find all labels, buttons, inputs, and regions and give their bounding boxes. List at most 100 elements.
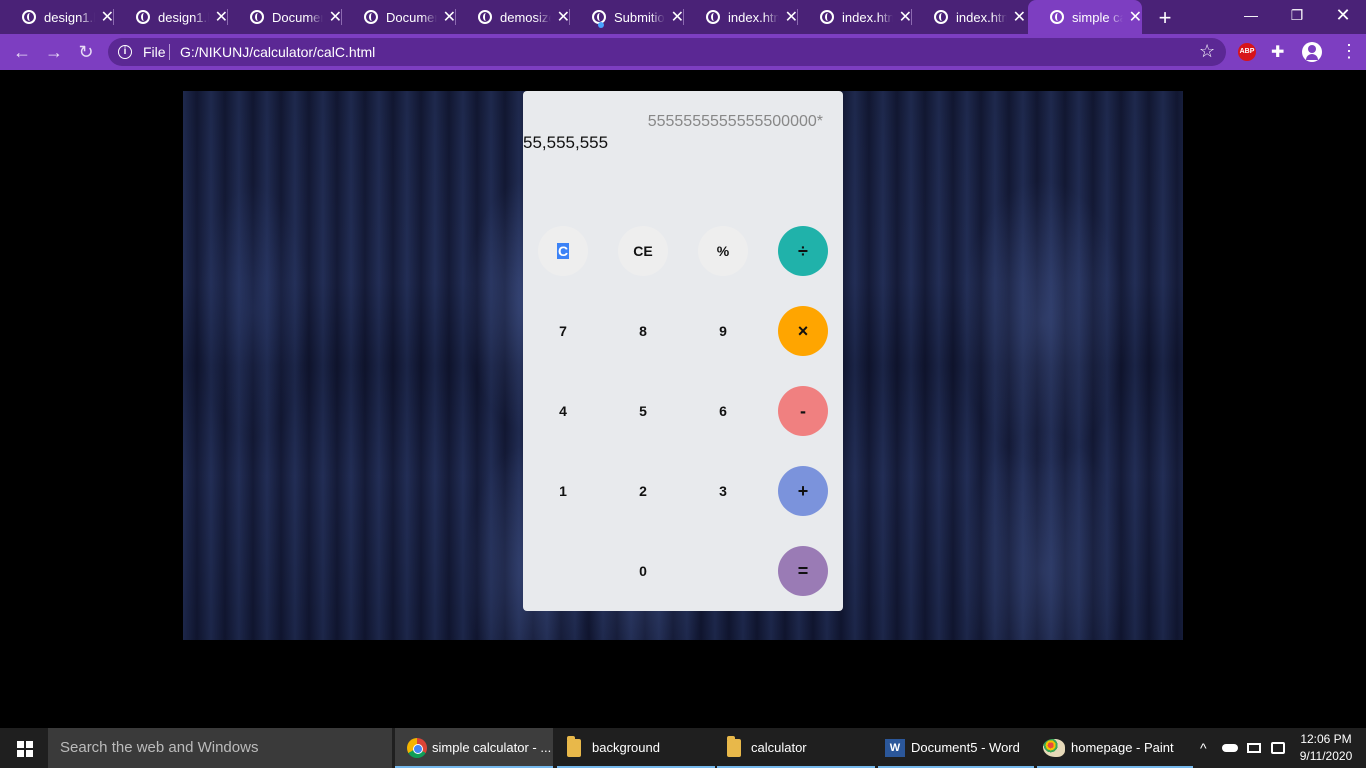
taskbar-search-input[interactable]: Search the web and Windows: [48, 728, 392, 768]
globe-icon: [820, 10, 834, 24]
browser-tab[interactable]: demosize ✕: [456, 0, 570, 34]
profile-avatar[interactable]: [1302, 42, 1322, 62]
cloud-shape: [1222, 744, 1238, 752]
monitor-shape: [1247, 743, 1261, 753]
taskbar-item-paint[interactable]: homepage - Paint: [1037, 728, 1193, 768]
extensions-icon[interactable]: ✚: [1271, 42, 1284, 62]
tab-close-icon[interactable]: ✕: [101, 7, 114, 27]
windows-start-icon[interactable]: [17, 741, 33, 757]
forward-button[interactable]: →: [42, 40, 66, 64]
result-display: 55,555,555: [523, 133, 609, 152]
tab-close-icon[interactable]: ✕: [215, 7, 228, 27]
browser-tab[interactable]: index.html ✕: [798, 0, 912, 34]
taskbar-item-background-folder[interactable]: background: [557, 728, 715, 768]
taskbar-item-label: Document5 - Word: [911, 740, 1020, 755]
taskbar-item-word[interactable]: W Document5 - Word: [878, 728, 1034, 768]
notifications-icon[interactable]: [1271, 728, 1287, 768]
restore-button[interactable]: ❐: [1274, 0, 1320, 32]
tab-close-icon[interactable]: ✕: [785, 7, 798, 27]
tab-title: design1.html: [44, 9, 95, 25]
tab-close-icon[interactable]: ✕: [1129, 7, 1142, 27]
minus-button[interactable]: -: [778, 386, 828, 436]
tab-strip: design1.html ✕ design1.html ✕ Document ✕…: [0, 0, 1366, 34]
adblock-icon[interactable]: ABP: [1238, 43, 1256, 61]
word-icon: W: [885, 739, 905, 757]
tab-title: design1.html: [158, 9, 209, 25]
browser-tab[interactable]: index.html ✕: [684, 0, 798, 34]
globe-icon: [706, 10, 720, 24]
folder-icon: [567, 736, 581, 757]
tab-title: simple calculator: [1072, 9, 1123, 25]
browser-tab[interactable]: index.html ✕: [912, 0, 1026, 34]
network-icon[interactable]: [1247, 728, 1263, 768]
digit-6-button[interactable]: 6: [698, 386, 748, 436]
digit-7-button[interactable]: 7: [538, 306, 588, 356]
reload-button[interactable]: ↻: [74, 40, 98, 64]
onedrive-icon[interactable]: [1222, 728, 1240, 768]
browser-tab[interactable]: design1.html ✕: [0, 0, 114, 34]
taskbar-item-chrome[interactable]: simple calculator - ...: [395, 728, 553, 768]
info-icon[interactable]: i: [118, 45, 132, 59]
tab-close-icon[interactable]: ✕: [671, 7, 684, 27]
globe-icon: [934, 10, 948, 24]
tab-close-icon[interactable]: ✕: [557, 7, 570, 27]
digit-2-button[interactable]: 2: [618, 466, 668, 516]
percent-button[interactable]: %: [698, 226, 748, 276]
taskbar-item-calculator-folder[interactable]: calculator: [717, 728, 875, 768]
digit-5-button[interactable]: 5: [618, 386, 668, 436]
globe-icon: [22, 10, 36, 24]
tab-title: index.html: [956, 9, 1007, 25]
paint-icon: [1043, 739, 1065, 757]
clear-button[interactable]: C: [538, 226, 588, 276]
browser-tab[interactable]: design1.html ✕: [114, 0, 228, 34]
taskbar-item-label: simple calculator - ...: [432, 740, 552, 755]
scheme-label: File: [143, 44, 166, 60]
multiply-button[interactable]: ×: [778, 306, 828, 356]
tab-close-icon[interactable]: ✕: [329, 7, 342, 27]
address-separator: [169, 44, 170, 60]
message-shape: [1271, 742, 1285, 754]
equals-button[interactable]: =: [778, 546, 828, 596]
expression-display: 5555555555555500000*: [647, 113, 823, 130]
tab-title: Submition: [614, 9, 665, 25]
notification-dot: [598, 22, 604, 28]
taskbar-item-label: homepage - Paint: [1071, 740, 1174, 755]
digit-9-button[interactable]: 9: [698, 306, 748, 356]
plus-button[interactable]: +: [778, 466, 828, 516]
digit-0-button[interactable]: 0: [618, 546, 668, 596]
tab-close-icon[interactable]: ✕: [443, 7, 456, 27]
browser-tab-active[interactable]: simple calculator ✕: [1028, 0, 1142, 34]
digit-8-button[interactable]: 8: [618, 306, 668, 356]
digit-4-button[interactable]: 4: [538, 386, 588, 436]
browser-tab[interactable]: Submition ✕: [570, 0, 684, 34]
back-button[interactable]: ←: [10, 40, 34, 64]
folder-icon: [727, 736, 741, 757]
minimize-button[interactable]: —: [1228, 0, 1274, 32]
clock-time: 12:06 PM: [1300, 732, 1352, 746]
clock-date: 9/11/2020: [1299, 749, 1353, 763]
taskbar-clock[interactable]: 12:06 PM 9/11/2020: [1296, 731, 1356, 765]
tab-close-icon[interactable]: ✕: [1013, 7, 1026, 27]
clear-label: C: [556, 243, 570, 259]
chrome-icon: [407, 738, 427, 758]
tray-overflow-chevron[interactable]: ^: [1200, 728, 1207, 768]
bookmark-star-icon[interactable]: ☆: [1199, 41, 1215, 62]
digit-3-button[interactable]: 3: [698, 466, 748, 516]
calculator: 5555555555555500000* 55,555,555 C CE % ÷…: [523, 91, 843, 611]
digit-1-button[interactable]: 1: [538, 466, 588, 516]
browser-tab[interactable]: Document ✕: [228, 0, 342, 34]
browser-tab[interactable]: Document ✕: [342, 0, 456, 34]
tab-close-icon[interactable]: ✕: [899, 7, 912, 27]
tab-title: Document: [272, 9, 323, 25]
close-window-button[interactable]: ✕: [1320, 0, 1366, 32]
new-tab-button[interactable]: +: [1155, 5, 1175, 31]
clear-entry-button[interactable]: CE: [618, 226, 668, 276]
globe-icon: [1050, 10, 1064, 24]
divide-button[interactable]: ÷: [778, 226, 828, 276]
tab-title: index.html: [728, 9, 779, 25]
taskbar-item-label: background: [592, 740, 660, 755]
taskbar-item-label: calculator: [751, 740, 807, 755]
menu-icon[interactable]: ⋮: [1340, 42, 1358, 60]
url-text[interactable]: G:/NIKUNJ/calculator/calC.html: [180, 44, 375, 60]
tab-title: demosize: [500, 9, 551, 25]
